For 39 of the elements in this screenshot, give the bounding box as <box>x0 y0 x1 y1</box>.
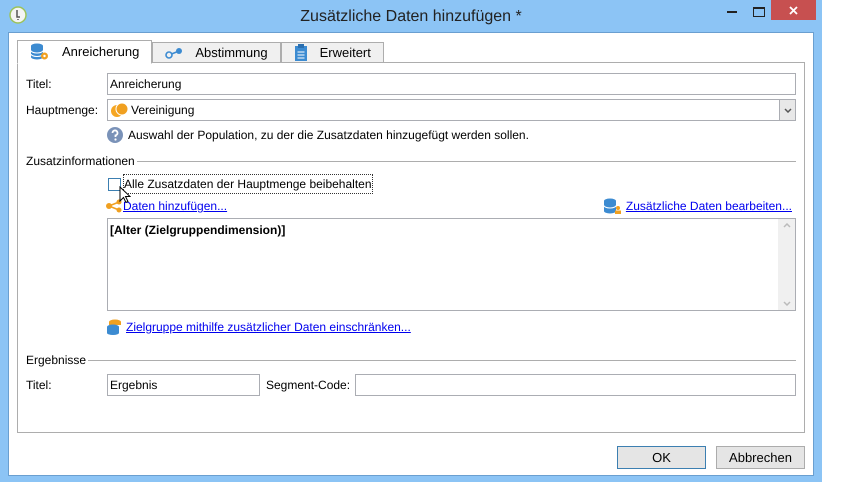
dialog-button[interactable]: Abbrechen <box>716 446 805 469</box>
maximize-icon[interactable] <box>753 7 765 17</box>
close-icon <box>789 6 798 14</box>
circles-icon <box>111 102 128 118</box>
add-data-link[interactable]: Daten hinzufügen... <box>123 197 228 215</box>
checkbox-label[interactable]: Alle Zusatzdaten der Hauptmenge beibehalten <box>124 175 372 193</box>
minimize-icon[interactable] <box>727 11 737 14</box>
tab[interactable]: Abstimmung <box>152 42 281 63</box>
window-title: Zusätzliche Daten hinzufügen * <box>300 7 522 27</box>
help-icon <box>107 127 123 143</box>
tab[interactable]: Erweitert <box>280 42 384 63</box>
connected-nodes-icon <box>165 46 184 58</box>
restrict-target-link[interactable]: Zielgruppe mithilfe zusätzlicher Daten einschränken... <box>126 318 411 336</box>
main-set-dropdown[interactable]: Vereinigung <box>107 99 796 121</box>
field-label: Hauptmenge: <box>26 102 100 119</box>
dropdown-arrow-button[interactable] <box>779 100 795 120</box>
field-label: Titel: <box>26 377 53 394</box>
list-item[interactable]: [Alter (Zielgruppendimension)] <box>110 221 776 239</box>
tab[interactable]: Anreicherung <box>17 40 152 64</box>
field-label: Titel: <box>26 76 53 93</box>
checkbox[interactable] <box>108 178 121 190</box>
section-heading: Zusatzinformationen <box>26 153 136 170</box>
result-title-field[interactable]: Ergebnis <box>107 374 260 396</box>
app-icon <box>9 6 27 24</box>
segment-code-field[interactable] <box>355 374 796 396</box>
database-user-icon <box>602 198 623 214</box>
field-label: Segment-Code: <box>266 377 352 394</box>
edit-data-link[interactable]: Zusätzliche Daten bearbeiten... <box>626 197 792 215</box>
database-gear-icon <box>30 43 50 61</box>
dialog-button[interactable]: OK <box>617 446 706 469</box>
section-heading: Ergebnisse <box>26 352 88 369</box>
close-button[interactable] <box>771 0 816 20</box>
database-icon <box>106 319 123 335</box>
chevron-down-icon <box>784 108 792 112</box>
help-text: Auswahl der Population, zu der die Zusatzdaten hinzugefügt werden sollen. <box>128 127 529 144</box>
share-nodes-icon <box>105 199 123 213</box>
clipboard-icon <box>294 44 308 61</box>
dropdown-value: Vereinigung <box>131 102 196 119</box>
title-field[interactable]: Anreicherung <box>107 73 796 95</box>
